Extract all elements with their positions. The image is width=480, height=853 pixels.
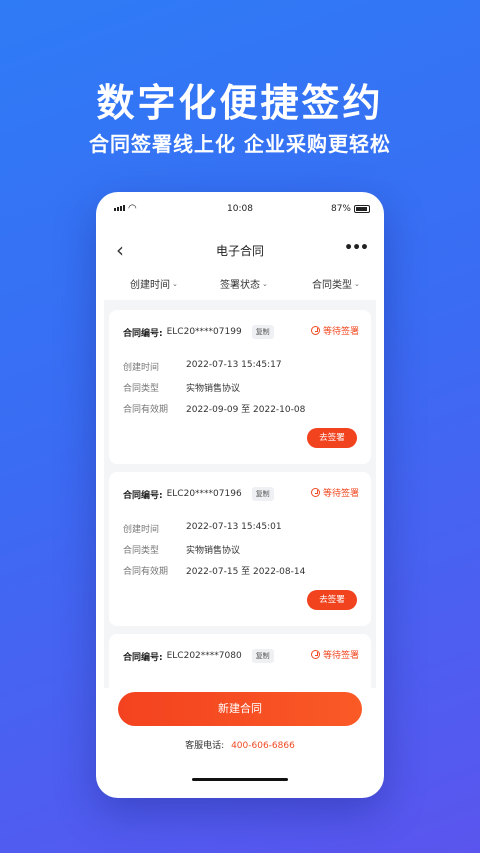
chevron-down-icon: ⌄	[354, 279, 360, 288]
filter-created-time[interactable]: 创建时间 ⌄	[130, 276, 178, 292]
filter-label: 签署状态	[220, 280, 260, 291]
validity-value: 2022-07-15 至 2022-08-14	[186, 567, 306, 577]
validity-label: 合同有效期	[123, 567, 169, 577]
chevron-down-icon: ⌄	[262, 279, 268, 288]
promo-subtitle: 合同签署线上化 企业采购更轻松	[89, 132, 391, 156]
filter-label: 合同类型	[312, 280, 352, 291]
battery-percent: 87%	[330, 204, 351, 214]
filter-label: 创建时间	[130, 280, 170, 291]
home-indicator	[192, 778, 288, 781]
contract-no: ELC202****7080	[166, 651, 242, 661]
type-label: 合同类型	[123, 546, 160, 556]
created-value: 2022-07-13 15:45:01	[186, 522, 282, 532]
clock-icon	[310, 650, 320, 659]
type-value: 实物销售协议	[186, 384, 241, 394]
sign-button[interactable]: 去签署	[307, 428, 357, 448]
service-phone-link[interactable]: 400-606-6866	[231, 741, 295, 751]
filter-bar: 创建时间 ⌄ 签署状态 ⌄ 合同类型 ⌄	[96, 272, 384, 296]
contract-no: ELC20****07196	[166, 489, 242, 499]
created-label: 创建时间	[123, 363, 160, 373]
validity-label: 合同有效期	[123, 405, 169, 415]
contract-list[interactable]: 合同编号: ELC20****07199 复制 等待签署 创建时间 2022-0…	[104, 300, 376, 688]
type-label: 合同类型	[123, 384, 160, 394]
contract-no-label: 合同编号:	[123, 490, 163, 501]
more-icon[interactable]: •••	[344, 240, 369, 256]
chevron-down-icon: ⌄	[172, 279, 178, 288]
copy-button[interactable]: 复制	[251, 649, 274, 663]
service-label: 客服电话:	[185, 741, 225, 751]
clock-icon	[310, 326, 320, 335]
status-text: 等待签署	[322, 489, 359, 499]
contract-no-label: 合同编号:	[123, 328, 163, 339]
contract-no-label: 合同编号:	[123, 652, 163, 663]
promo-title: 数字化便捷签约	[96, 81, 384, 125]
validity-value: 2022-09-09 至 2022-10-08	[186, 405, 306, 415]
contract-card[interactable]: 合同编号: ELC202****7080 复制 等待签署	[109, 634, 371, 688]
battery-icon	[354, 205, 370, 213]
phone-frame: ◠ 10:08 87% ‹ 电子合同 ••• 创建时间 ⌄ 签署状态 ⌄ 合同类…	[96, 192, 384, 798]
contract-card[interactable]: 合同编号: ELC20****07196 复制 等待签署 创建时间 2022-0…	[109, 472, 371, 626]
new-contract-button[interactable]: 新建合同	[118, 692, 362, 726]
nav-bar: ‹ 电子合同 •••	[96, 232, 384, 268]
contract-card[interactable]: 合同编号: ELC20****07199 复制 等待签署 创建时间 2022-0…	[109, 310, 371, 464]
copy-button[interactable]: 复制	[251, 487, 274, 501]
clock-icon	[310, 488, 320, 497]
customer-service: 客服电话: 400-606-6866	[96, 738, 384, 751]
sign-button[interactable]: 去签署	[307, 590, 357, 610]
status-text: 等待签署	[322, 327, 359, 337]
contract-no: ELC20****07199	[166, 327, 242, 337]
copy-button[interactable]: 复制	[251, 325, 274, 339]
status-badge: 等待签署	[310, 486, 359, 499]
status-badge: 等待签署	[310, 648, 359, 661]
status-text: 等待签署	[322, 651, 359, 661]
filter-contract-type[interactable]: 合同类型 ⌄	[312, 276, 360, 292]
battery-status: 87%	[331, 204, 370, 214]
status-badge: 等待签署	[310, 324, 359, 337]
created-label: 创建时间	[123, 525, 160, 535]
status-bar: ◠ 10:08 87%	[96, 192, 384, 222]
created-value: 2022-07-13 15:45:17	[186, 360, 282, 370]
page-title: 电子合同	[215, 244, 264, 258]
type-value: 实物销售协议	[186, 546, 241, 556]
filter-sign-status[interactable]: 签署状态 ⌄	[220, 276, 268, 292]
